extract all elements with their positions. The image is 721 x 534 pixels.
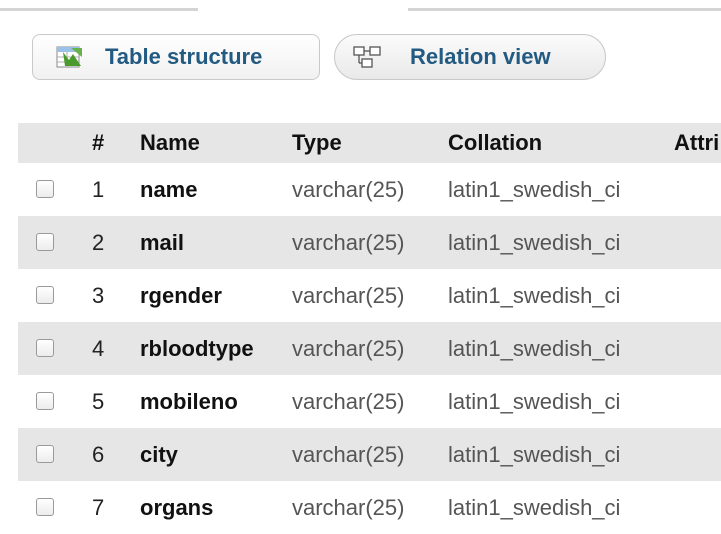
table-row: 3 rgender varchar(25) latin1_swedish_ci — [18, 269, 721, 322]
row-number: 3 — [92, 283, 105, 308]
column-collation: latin1_swedish_ci — [448, 177, 621, 202]
column-collation: latin1_swedish_ci — [448, 283, 621, 308]
column-header-type[interactable]: Type — [292, 123, 342, 163]
row-number: 7 — [92, 495, 105, 520]
column-type: varchar(25) — [292, 230, 405, 255]
column-name: mail — [140, 230, 185, 255]
row-checkbox[interactable] — [36, 498, 54, 516]
row-number: 6 — [92, 442, 105, 467]
top-divider-left — [0, 8, 198, 11]
table-row: 4 rbloodtype varchar(25) latin1_swedish_… — [18, 322, 721, 375]
row-number: 2 — [92, 230, 105, 255]
row-checkbox[interactable] — [36, 392, 54, 410]
row-checkbox[interactable] — [36, 286, 54, 304]
column-name: rgender — [140, 283, 222, 308]
top-divider-right — [408, 8, 721, 11]
column-name: organs — [140, 495, 214, 520]
table-row: 1 name varchar(25) latin1_swedish_ci — [18, 163, 721, 216]
table-structure-icon — [55, 44, 85, 70]
column-collation: latin1_swedish_ci — [448, 495, 621, 520]
row-checkbox[interactable] — [36, 339, 54, 357]
column-header-collation[interactable]: Collation — [448, 123, 542, 163]
table-row: 7 organs varchar(25) latin1_swedish_ci — [18, 481, 721, 526]
column-type: varchar(25) — [292, 495, 405, 520]
column-type: varchar(25) — [292, 336, 405, 361]
relation-view-button[interactable]: Relation view — [334, 34, 606, 80]
table-row: 2 mail varchar(25) latin1_swedish_ci — [18, 216, 721, 269]
column-header-name[interactable]: Name — [140, 123, 200, 163]
relation-view-icon — [352, 44, 382, 70]
column-name: name — [140, 177, 198, 202]
column-header-attributes[interactable]: Attri — [674, 123, 719, 163]
row-checkbox[interactable] — [36, 445, 54, 463]
row-number: 1 — [92, 177, 105, 202]
column-name: city — [140, 442, 178, 467]
column-type: varchar(25) — [292, 177, 405, 202]
column-name: mobileno — [140, 389, 238, 414]
row-number: 5 — [92, 389, 105, 414]
column-header-number[interactable]: # — [92, 123, 104, 163]
column-name: rbloodtype — [140, 336, 254, 361]
relation-view-label: Relation view — [410, 44, 551, 69]
column-collation: latin1_swedish_ci — [448, 336, 621, 361]
row-checkbox[interactable] — [36, 233, 54, 251]
row-checkbox[interactable] — [36, 180, 54, 198]
column-collation: latin1_swedish_ci — [448, 442, 621, 467]
table-structure-button[interactable]: Table structure — [32, 34, 320, 80]
column-type: varchar(25) — [292, 442, 405, 467]
table-row: 6 city varchar(25) latin1_swedish_ci — [18, 428, 721, 481]
column-type: varchar(25) — [292, 283, 405, 308]
column-type: varchar(25) — [292, 389, 405, 414]
column-collation: latin1_swedish_ci — [448, 230, 621, 255]
table-structure-label: Table structure — [105, 44, 263, 69]
column-collation: latin1_swedish_ci — [448, 389, 621, 414]
table-row: 5 mobileno varchar(25) latin1_swedish_ci — [18, 375, 721, 428]
row-number: 4 — [92, 336, 105, 361]
table-header: # Name Type Collation Attri — [18, 123, 721, 163]
